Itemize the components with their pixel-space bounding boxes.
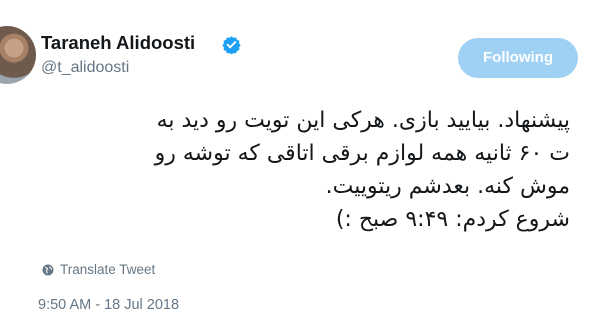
user-handle[interactable]: @t_alidoosti (41, 59, 129, 77)
tweet-line: ت ۶۰ ثانیه همه لوازم برقی اتاقی که توشه … (154, 141, 570, 166)
tweet-line: شروع کردم: ۹:۴۹ صبح :) (335, 207, 570, 232)
tweet-timestamp[interactable]: 9:50 AM - 18 Jul 2018 (38, 297, 179, 313)
globe-icon (42, 264, 54, 275)
translate-tweet-label: Translate Tweet (60, 262, 156, 277)
display-name[interactable]: Taraneh Alidoosti (41, 32, 195, 54)
tweet-line: پیشنهاد. بیایید بازی. هرکی این تویت رو د… (156, 108, 570, 133)
following-button[interactable]: Following (458, 38, 578, 78)
avatar[interactable] (0, 26, 36, 84)
tweet-text: پیشنهاد. بیایید بازی. هرکی این تویت رو د… (0, 104, 570, 236)
translate-tweet-link[interactable]: Translate Tweet (42, 262, 155, 277)
verified-badge-icon (222, 36, 241, 54)
tweet-line: موش کنه. بعدشم ریتوییت. (325, 174, 570, 199)
